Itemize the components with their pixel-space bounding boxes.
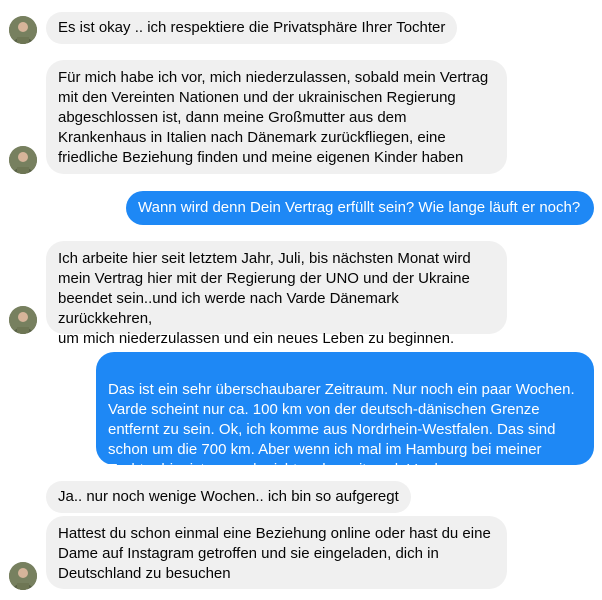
contact-avatar[interactable] (9, 16, 37, 44)
contact-avatar[interactable] (9, 562, 37, 590)
message-bubble[interactable]: Hattest du schon einmal eine Beziehung o… (46, 516, 507, 589)
person-photo-icon (9, 562, 37, 590)
person-photo-icon (9, 306, 37, 334)
message-text: Das ist ein sehr überschaubarer Zeitraum… (108, 381, 575, 478)
message-bubble[interactable]: Ich arbeite hier seit letztem Jahr, Juli… (46, 241, 507, 347)
contact-avatar[interactable] (9, 306, 37, 334)
contact-avatar[interactable] (9, 146, 37, 174)
message-bubble[interactable]: Ja.. nur noch wenige Wochen.. ich bin so… (46, 481, 411, 513)
message-bubble-outgoing[interactable]: Wann wird denn Dein Vertrag erfüllt sein… (126, 191, 594, 225)
person-photo-icon (9, 16, 37, 44)
person-photo-icon (9, 146, 37, 174)
message-bubble[interactable]: Es ist okay .. ich respektiere die Priva… (46, 12, 458, 44)
message-bubble-outgoing[interactable]: Das ist ein sehr überschaubarer Zeitraum… (96, 352, 594, 497)
message-bubble[interactable]: Für mich habe ich vor, mich niederzulass… (46, 60, 507, 174)
